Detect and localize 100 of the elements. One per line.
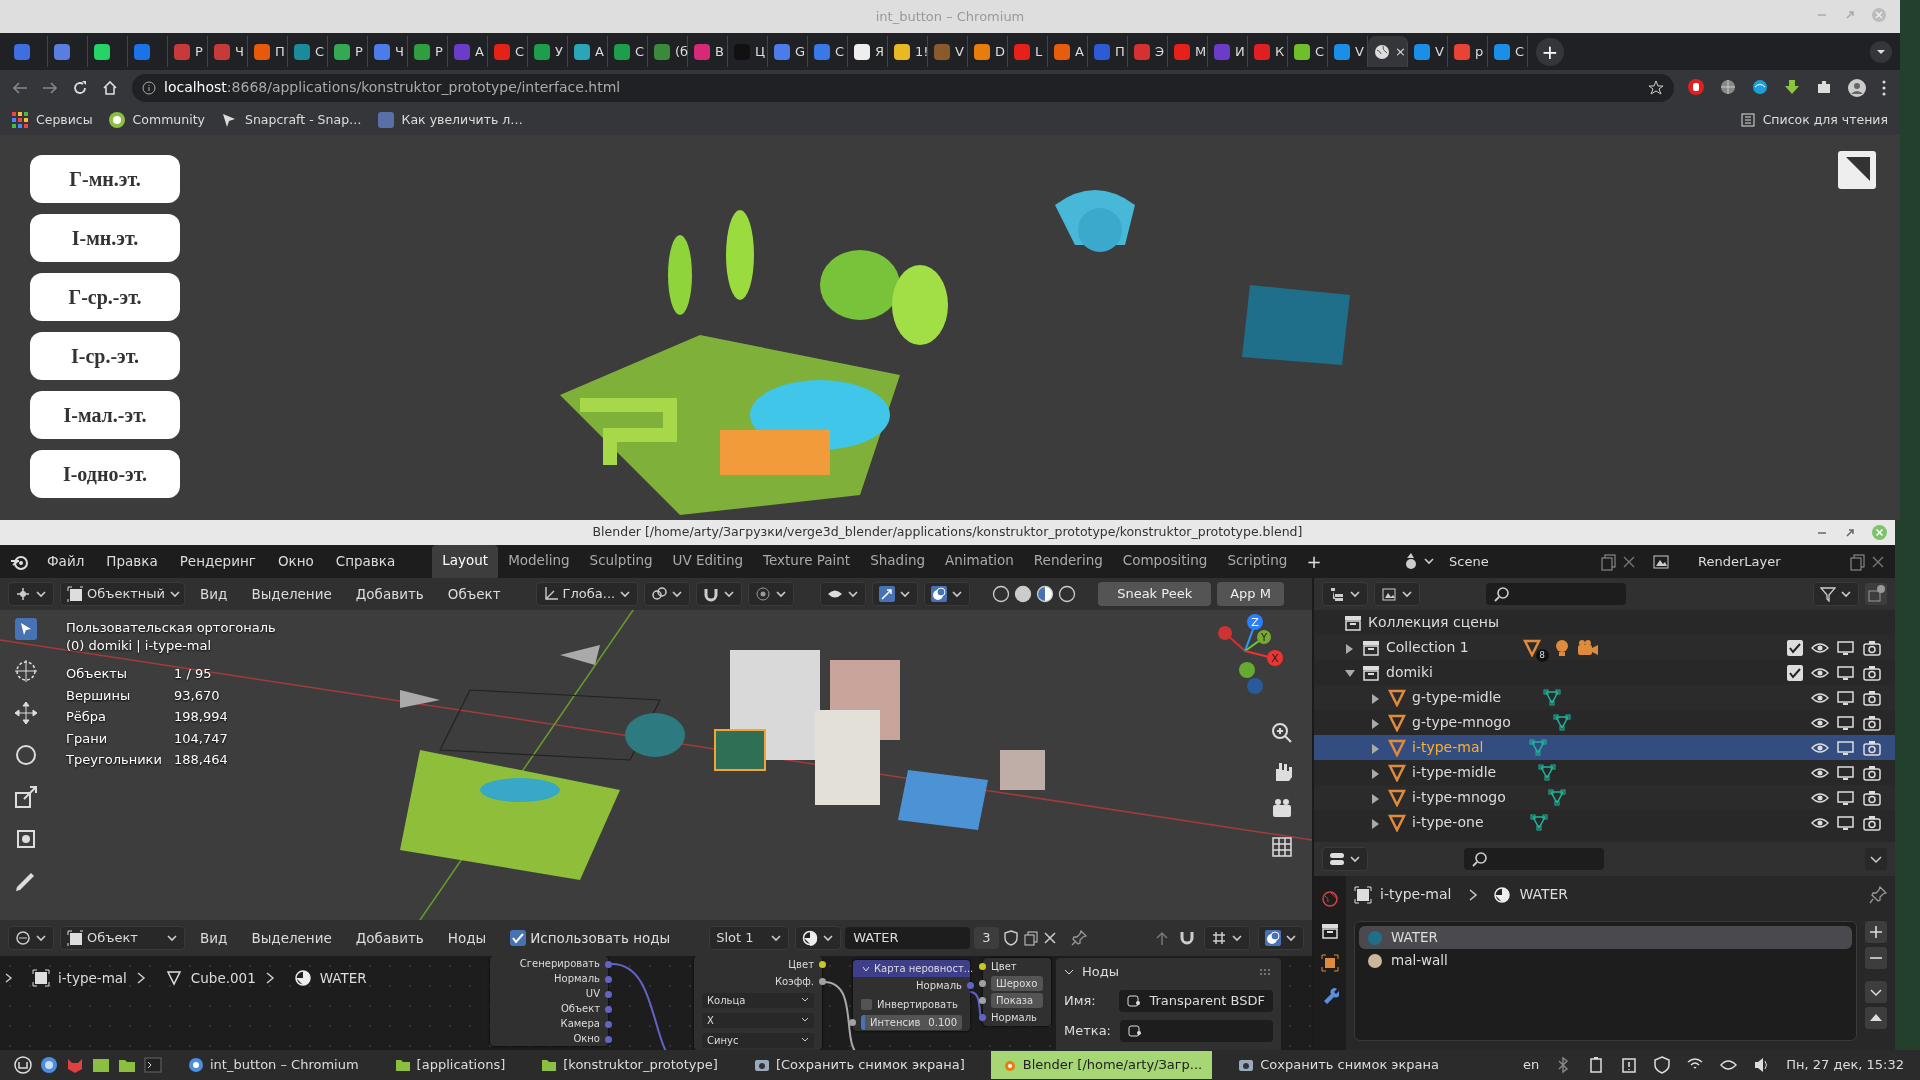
browser-tab[interactable]: А (448, 36, 488, 67)
material-name-field[interactable]: WATER (845, 927, 971, 949)
browser-tab[interactable]: V (928, 36, 968, 67)
new-tab-button[interactable]: + (1536, 37, 1564, 66)
browser-tab[interactable]: (б (648, 36, 688, 67)
axis-gizmo-drawing[interactable]: Z Y X (1195, 610, 1285, 696)
workspace-tab[interactable]: Texture Paint (753, 545, 861, 578)
outliner-item[interactable]: i-type-mal (1412, 737, 1484, 758)
taskbar-item[interactable]: Сохранить снимок экрана (1228, 1051, 1450, 1079)
floor-type-button[interactable]: I-ср.-эт. (30, 332, 180, 380)
menu-item[interactable]: Выделение (242, 580, 341, 608)
menu-item[interactable]: Вид (191, 580, 237, 608)
name-field[interactable]: Transparent BSDF (1119, 989, 1273, 1012)
material-slot[interactable]: mal-wall (1359, 949, 1852, 972)
node-dropdown[interactable]: Кольца (702, 992, 814, 1008)
browser-tab[interactable]: У (528, 36, 568, 67)
outliner-item[interactable]: i-type-midle (1412, 762, 1497, 783)
menu-item[interactable]: Объект (438, 580, 510, 608)
app-manager-button[interactable]: App M (1217, 582, 1284, 606)
floor-type-button[interactable]: I-одно-эт. (30, 450, 180, 498)
menu-item[interactable]: Выделение (242, 924, 341, 952)
user-count[interactable]: 3 (974, 927, 999, 949)
browser-tab[interactable]: И (1208, 36, 1248, 67)
browser-tab[interactable]: В (688, 36, 728, 67)
menu-item[interactable]: Ноды (438, 924, 496, 952)
floor-type-button[interactable]: I-мал.-эт. (30, 391, 180, 439)
workspace-tab[interactable]: Animation (935, 545, 1024, 578)
menu-item[interactable]: Справка (326, 548, 405, 575)
browser-tab[interactable]: А (568, 36, 608, 67)
outliner-item[interactable]: Коллекция сцены (1368, 612, 1500, 633)
floor-type-button[interactable]: Г-мн.эт. (30, 155, 180, 203)
outliner-item[interactable]: g-type-mnogo (1412, 712, 1511, 733)
browser-tab[interactable]: Ц (728, 36, 768, 67)
browser-tab[interactable]: Р (168, 36, 208, 67)
browser-tab[interactable]: М (1168, 36, 1208, 67)
address-bar[interactable]: localhost:8668/applications/konstruktor_prototype/interface.html (132, 73, 1674, 102)
taskbar-item[interactable]: [Сохранить снимок экрана] (743, 1051, 975, 1079)
node-dropdown[interactable]: X (702, 1012, 814, 1028)
browser-tab[interactable]: С (608, 36, 648, 67)
browser-tab[interactable]: К (1248, 36, 1288, 67)
browser-tab[interactable]: А (1048, 36, 1088, 67)
material-slot[interactable]: WATER (1359, 926, 1852, 949)
browser-tab[interactable]: С (1288, 36, 1328, 67)
keyboard-layout-text[interactable]: en (1522, 1055, 1540, 1075)
bookmark-link[interactable]: Snapcraft - Snap… (220, 110, 362, 130)
browser-tab[interactable]: С (808, 36, 848, 67)
bookmark-link[interactable]: Сервисы (12, 110, 93, 130)
browser-tab[interactable]: Я (848, 36, 888, 67)
clock-text[interactable]: Пн, 27 дек, 15:32 (1786, 1055, 1904, 1075)
workspace-tab[interactable]: Compositing (1112, 545, 1218, 578)
node-dropdown[interactable]: Синус (702, 1032, 814, 1048)
bookmark-link[interactable]: Как увеличить л… (377, 110, 523, 130)
outliner-item[interactable]: g-type-midle (1412, 687, 1502, 708)
browser-tab[interactable]: L (1008, 36, 1048, 67)
outliner-item[interactable]: domiki (1386, 662, 1433, 683)
reading-list-link[interactable]: Список для чтения (1740, 110, 1888, 130)
browser-tab[interactable]: р (1448, 36, 1488, 67)
menu-item[interactable]: Окно (268, 548, 323, 575)
bookmark-link[interactable]: Community (108, 110, 205, 130)
workspace-tab[interactable]: Layout (432, 545, 499, 578)
browser-tab[interactable]: D (968, 36, 1008, 67)
browser-tab[interactable]: Р (328, 36, 368, 67)
browser-tab[interactable]: П (248, 36, 288, 67)
orientation-dropdown[interactable]: Глоба... (535, 582, 639, 606)
browser-tab[interactable]: Э (1128, 36, 1168, 67)
taskbar-item[interactable]: int_button – Chromium (178, 1051, 369, 1079)
outliner-item[interactable]: i-type-mnogo (1412, 787, 1506, 808)
workspace-tab[interactable]: Shading (860, 545, 935, 578)
browser-tab[interactable]: Ч (208, 36, 248, 67)
browser-tab[interactable]: × (1368, 36, 1408, 67)
workspace-tab[interactable]: Rendering (1023, 545, 1113, 578)
taskbar-item[interactable]: Blender [/home/arty/Загр... (990, 1051, 1213, 1079)
browser-tab[interactable]: П (1088, 36, 1128, 67)
menu-item[interactable]: Добавить (346, 924, 433, 952)
menu-item[interactable]: Вид (191, 924, 237, 952)
floor-type-button[interactable]: Г-ср.-эт. (30, 273, 180, 321)
browser-tab[interactable]: Р (408, 36, 448, 67)
value-field[interactable]: Интенсив 0.100 (861, 1015, 962, 1030)
menu-item[interactable]: Правка (97, 548, 167, 575)
workspace-tab[interactable]: Scripting (1217, 545, 1298, 578)
object-dropdown[interactable]: Объект (60, 926, 185, 950)
browser-tab[interactable]: С (488, 36, 528, 67)
slot-dropdown[interactable]: Slot 1 (709, 926, 790, 950)
floor-type-button[interactable]: I-мн.эт. (30, 214, 180, 262)
menu-item[interactable]: Добавить (346, 580, 433, 608)
browser-tab[interactable]: V (1328, 36, 1368, 67)
browser-tab[interactable]: Ч (368, 36, 408, 67)
menu-item[interactable]: Файл (38, 548, 94, 575)
browser-tab[interactable]: С (288, 36, 328, 67)
add-workspace-button[interactable]: + (1297, 545, 1331, 578)
browser-tab[interactable]: G (768, 36, 808, 67)
outliner-item[interactable]: Collection 1 (1386, 637, 1469, 658)
taskbar-item[interactable]: [applications] (384, 1051, 516, 1079)
value-field[interactable]: Показа (991, 993, 1043, 1008)
workspace-tab[interactable]: Modeling (498, 545, 580, 578)
workspace-tab[interactable]: UV Editing (662, 545, 754, 578)
menu-item[interactable]: Рендеринг (170, 548, 265, 575)
outliner-item[interactable]: i-type-one (1412, 812, 1484, 833)
mode-dropdown[interactable]: Объектный (60, 582, 185, 606)
taskbar-item[interactable]: [konstruktor_prototype] (531, 1051, 728, 1079)
